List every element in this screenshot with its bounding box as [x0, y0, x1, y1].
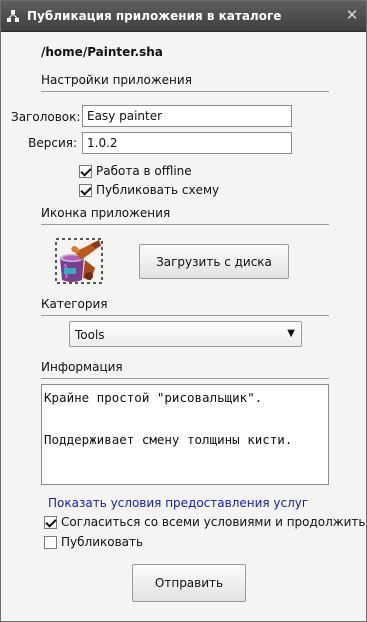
info-divider	[41, 378, 329, 379]
agree-checkbox-label[interactable]: Согласиться со всеми условиями и продолж…	[61, 515, 365, 529]
publish-checkbox[interactable]	[44, 535, 57, 549]
info-textarea[interactable]: Крайне простой "рисовальщик". Поддержива…	[41, 384, 329, 485]
category-heading: Категория	[41, 297, 108, 311]
agree-checkbox[interactable]	[44, 515, 57, 529]
close-icon[interactable]: ✕	[344, 7, 360, 23]
category-divider	[41, 315, 329, 316]
category-selected-value: Tools	[75, 328, 105, 342]
publish-checkbox-label[interactable]: Публиковать	[61, 535, 143, 549]
icon-heading: Иконка приложения	[41, 206, 171, 220]
settings-heading: Настройки приложения	[41, 73, 192, 87]
icon-divider	[41, 224, 329, 225]
settings-divider	[41, 91, 329, 92]
publish-scheme-checkbox[interactable]	[79, 183, 92, 197]
title-input[interactable]	[82, 105, 292, 127]
offline-checkbox-row[interactable]: Работа в offline	[79, 163, 192, 179]
version-input[interactable]	[82, 132, 292, 154]
app-path: /home/Painter.sha	[41, 45, 163, 59]
title-label: Заголовок:	[11, 110, 81, 124]
publish-checkbox-row[interactable]: Публиковать	[44, 534, 143, 550]
info-heading: Информация	[41, 360, 123, 374]
window-title: Публикация приложения в каталоге	[27, 9, 282, 23]
upload-from-disk-button[interactable]: Загрузить с диска	[139, 244, 289, 279]
terms-link[interactable]: Показать условия предоставления услуг	[48, 496, 308, 510]
offline-checkbox-label[interactable]: Работа в offline	[96, 164, 192, 178]
chevron-down-icon[interactable]: ▼	[287, 328, 295, 339]
publish-scheme-checkbox-row[interactable]: Публиковать схему	[79, 182, 219, 198]
publish-scheme-checkbox-label[interactable]: Публиковать схему	[96, 183, 219, 197]
paint-bucket-icon	[55, 238, 103, 284]
category-select[interactable]: Tools ▼	[69, 321, 302, 347]
version-label: Версия:	[28, 136, 77, 150]
publish-dialog: Публикация приложения в каталоге ✕ /home…	[0, 0, 367, 622]
submit-button[interactable]: Отправить	[132, 564, 246, 602]
title-bar[interactable]: Публикация приложения в каталоге ✕	[1, 1, 366, 32]
app-logo-icon	[7, 10, 19, 22]
offline-checkbox[interactable]	[79, 164, 92, 178]
agree-checkbox-row[interactable]: Согласиться со всеми условиями и продолж…	[44, 514, 365, 530]
